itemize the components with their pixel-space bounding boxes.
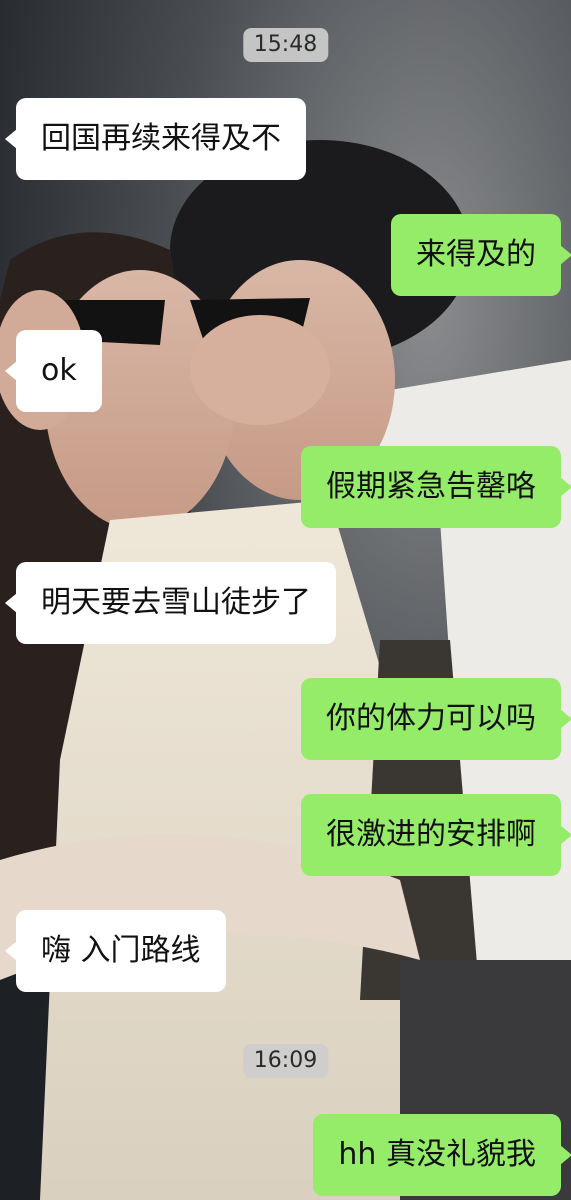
timestamp: 16:09 [242,1044,329,1078]
message-bubble-outgoing[interactable]: hh 真没礼貌我 [313,1114,571,1196]
message-bubble-outgoing[interactable]: 你的体力可以吗 [301,678,571,760]
message-bubble-outgoing[interactable]: 来得及的 [391,214,571,296]
message-bubble-incoming[interactable]: ok [5,330,102,412]
message-bubble-outgoing[interactable]: 假期紧急告罄咯 [301,446,571,528]
timestamp: 15:48 [242,28,329,62]
message-bubble-incoming[interactable]: 嗨 入门路线 [5,910,226,992]
message-bubble-incoming[interactable]: 回国再续来得及不 [5,98,306,180]
message-bubble-outgoing[interactable]: 很激进的安排啊 [301,794,571,876]
message-bubble-incoming[interactable]: 明天要去雪山徒步了 [5,562,336,644]
